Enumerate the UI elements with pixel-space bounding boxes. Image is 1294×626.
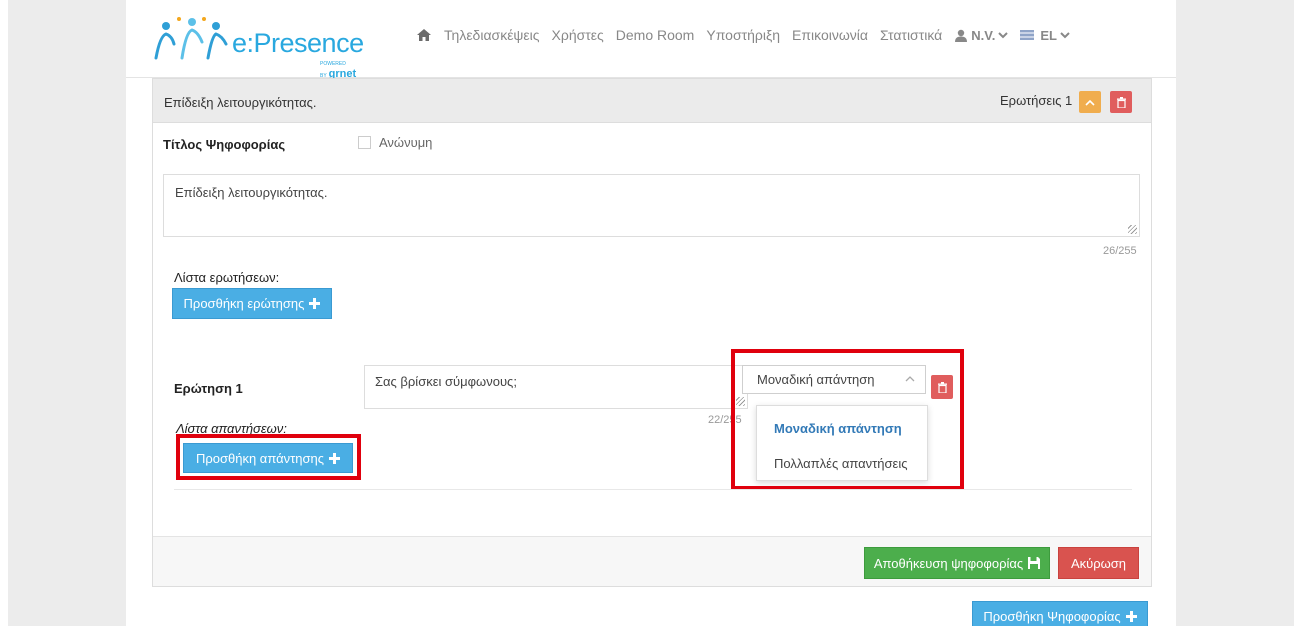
question-label: Ερώτηση 1 (174, 381, 243, 396)
logo-text: e:Presence (232, 28, 364, 58)
plus-icon (309, 298, 321, 309)
chevron-up-icon (1085, 99, 1095, 106)
poll-card: Επίδειξη λειτουργικότητας. Ερωτήσεις 1 Τ… (152, 78, 1152, 587)
poll-title-label: Τίτλος Ψηφοφορίας (163, 137, 286, 152)
logo-figures-icon (154, 17, 228, 60)
save-poll-label: Αποθήκευση ψηφοφορίας (873, 555, 1024, 571)
plus-icon (1125, 610, 1137, 622)
poll-card-footer: Αποθήκευση ψηφοφορίας Ακύρωση (153, 536, 1151, 586)
delete-poll-button[interactable] (1110, 91, 1132, 113)
question-value: Σας βρίσκει σύμφωνους; (375, 374, 517, 389)
flag-icon (1020, 30, 1035, 40)
trash-icon (1116, 96, 1126, 108)
title-char-counter: 26/255 (1103, 245, 1137, 257)
main-nav: Τηλεδιασκέψεις Χρήστες Demo Room Υποστήρ… (416, 27, 1082, 43)
highlight-box (176, 434, 361, 480)
nav-item-conferences[interactable]: Τηλεδιασκέψεις (444, 27, 540, 43)
question-input[interactable]: Σας βρίσκει σύμφωνους; (364, 365, 748, 409)
nav-item-users[interactable]: Χρήστες (552, 27, 604, 43)
logo[interactable]: e:Presence POWERED BY grnet (152, 14, 372, 80)
nav-item-contact[interactable]: Επικοινωνία (792, 27, 868, 43)
floppy-disk-icon (1028, 557, 1041, 569)
chevron-down-icon (998, 32, 1009, 39)
page-left-gutter (0, 0, 8, 626)
cancel-button[interactable]: Ακύρωση (1058, 547, 1139, 579)
nav-item-statistics[interactable]: Στατιστικά (880, 27, 942, 43)
language-menu[interactable]: EL (1020, 28, 1070, 43)
logo-subtitle: POWERED BY grnet (320, 61, 357, 80)
questions-list-label: Λίστα ερωτήσεων: (174, 270, 280, 285)
add-poll-label: Προσθήκη Ψηφοφορίας (983, 608, 1121, 624)
collapse-button[interactable] (1079, 91, 1101, 113)
user-icon (955, 29, 968, 42)
add-question-label: Προσθήκη ερώτησης (183, 296, 305, 311)
navbar: e:Presence POWERED BY grnet Τηλεδιασκέψει… (126, 0, 1176, 80)
anonymous-label: Ανώνυμη (379, 135, 433, 150)
poll-card-header: Επίδειξη λειτουργικότητας. Ερωτήσεις 1 (153, 79, 1151, 123)
add-question-button[interactable]: Προσθήκη ερώτησης (172, 288, 332, 319)
user-menu[interactable]: N.V. (954, 27, 1009, 43)
anonymous-checkbox[interactable]: Ανώνυμη (358, 135, 432, 150)
resize-handle-icon[interactable] (1128, 225, 1137, 234)
highlight-box (731, 349, 964, 490)
poll-title-input[interactable]: Επίδειξη λειτουργικότητας. (163, 174, 1140, 237)
nav-item-support[interactable]: Υποστήριξη (706, 27, 780, 43)
page-container: e:Presence POWERED BY grnet Τηλεδιασκέψει… (126, 0, 1176, 626)
language-code: EL (1040, 27, 1057, 43)
questions-count: Ερωτήσεις 1 (1000, 93, 1073, 108)
poll-title-value: Επίδειξη λειτουργικότητας. (175, 185, 328, 200)
chevron-down-icon (1060, 32, 1070, 39)
checkbox-box[interactable] (358, 136, 371, 149)
user-initials: N.V. (971, 27, 996, 43)
add-poll-button[interactable]: Προσθήκη Ψηφοφορίας (972, 601, 1148, 626)
nav-item-demo-room[interactable]: Demo Room (616, 27, 695, 43)
poll-header-title: Επίδειξη λειτουργικότητας. (164, 95, 317, 110)
save-poll-button[interactable]: Αποθήκευση ψηφοφορίας (864, 547, 1050, 579)
divider (174, 489, 1132, 490)
home-icon[interactable] (416, 27, 432, 43)
